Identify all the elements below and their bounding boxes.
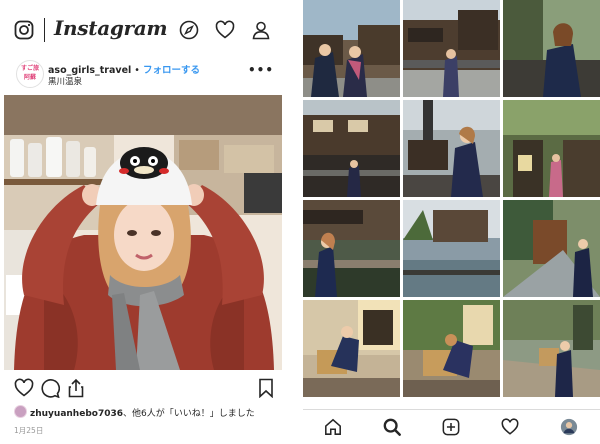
post-date: 1月25日 xyxy=(14,426,44,435)
post-screen: Instagram すご旅 阿蘇 aso_girls_travel • フォロー… xyxy=(0,0,290,443)
instagram-wordmark: Instagram xyxy=(54,16,168,40)
grid-screen xyxy=(303,0,600,444)
liker-avatar xyxy=(14,405,27,418)
grid-thumbnail[interactable] xyxy=(303,200,400,297)
add-post-icon[interactable] xyxy=(442,418,460,436)
avatar[interactable]: すご旅 阿蘇 xyxy=(16,60,44,88)
likes-text: 、他6人が「いいね！」しました xyxy=(123,409,255,419)
person-icon[interactable] xyxy=(251,20,271,40)
share-icon[interactable] xyxy=(66,378,86,398)
grid-thumbnail[interactable] xyxy=(403,100,500,197)
grid-thumbnail[interactable] xyxy=(303,0,400,97)
grid-thumbnail[interactable] xyxy=(503,100,600,197)
home-icon[interactable] xyxy=(324,418,342,436)
avatar-text-bottom: 阿蘇 xyxy=(23,74,36,81)
bottom-nav xyxy=(303,409,600,444)
separator-dot: • xyxy=(131,65,143,76)
activity-heart-icon[interactable] xyxy=(501,418,519,436)
post-header: すご旅 阿蘇 aso_girls_travel • フォローする 黒川温泉 ••… xyxy=(0,60,290,92)
user-line: aso_girls_travel • フォローする xyxy=(48,62,200,76)
grid-thumbnail[interactable] xyxy=(503,300,600,397)
instagram-logo-icon[interactable] xyxy=(14,20,34,40)
grid-thumbnail[interactable] xyxy=(403,300,500,397)
grid-thumbnail[interactable] xyxy=(403,200,500,297)
top-bar: Instagram xyxy=(0,12,290,48)
profile-avatar-icon[interactable] xyxy=(560,418,578,436)
like-heart-icon[interactable] xyxy=(14,378,34,398)
more-options-icon[interactable]: ••• xyxy=(248,63,274,77)
grid-thumbnail[interactable] xyxy=(303,300,400,397)
compass-icon[interactable] xyxy=(179,20,199,40)
comment-icon[interactable] xyxy=(40,378,60,398)
post-photo[interactable] xyxy=(4,95,282,370)
heart-icon[interactable] xyxy=(215,20,235,40)
grid-thumbnail[interactable] xyxy=(403,0,500,97)
photo-grid xyxy=(303,0,600,409)
avatar-text-top: すご旅 xyxy=(20,65,39,72)
search-icon[interactable] xyxy=(383,418,401,436)
location-link[interactable]: 黒川温泉 xyxy=(48,75,82,87)
likes-line[interactable]: zhuyuanhebo7036、他6人が「いいね！」しました xyxy=(14,405,255,419)
grid-thumbnail[interactable] xyxy=(503,0,600,97)
liker-username[interactable]: zhuyuanhebo7036 xyxy=(30,409,123,419)
follow-button[interactable]: フォローする xyxy=(143,65,200,76)
bookmark-icon[interactable] xyxy=(256,378,276,398)
grid-thumbnail[interactable] xyxy=(303,100,400,197)
post-actions xyxy=(0,378,290,402)
logo-divider xyxy=(44,18,45,42)
grid-thumbnail[interactable] xyxy=(503,200,600,297)
